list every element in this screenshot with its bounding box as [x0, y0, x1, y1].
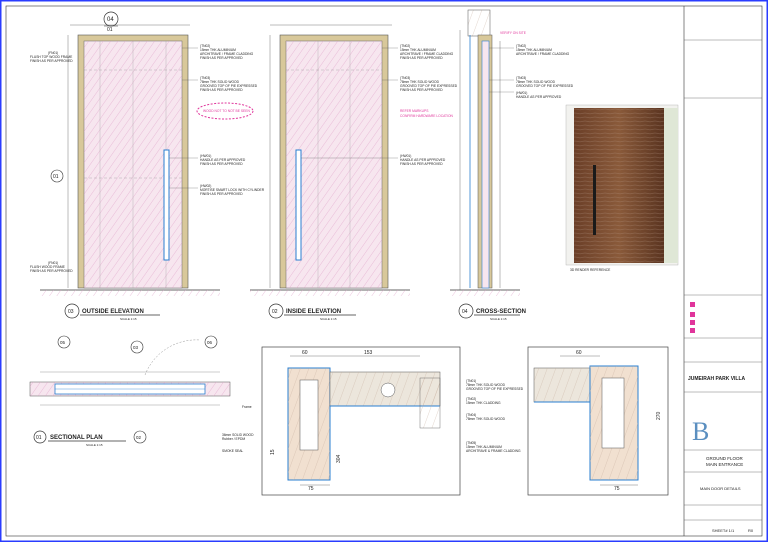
- photo-handle: [593, 165, 596, 235]
- svg-text:153: 153: [364, 350, 373, 356]
- svg-text:05: 05: [60, 340, 66, 345]
- svg-text:FINISH AS PER APPROVED: FINISH AS PER APPROVED: [200, 162, 243, 166]
- svg-text:02: 02: [272, 309, 278, 315]
- svg-text:FINISH AS PER APPROVED: FINISH AS PER APPROVED: [400, 88, 443, 92]
- svg-text:CROSS-SECTION: CROSS-SECTION: [476, 309, 526, 315]
- svg-text:GROUND FLOOR: GROUND FLOOR: [706, 456, 744, 461]
- callout-side-01: 01: [53, 174, 59, 180]
- svg-text:SCALE 1:15: SCALE 1:15: [490, 317, 507, 321]
- inside-elevation: (TN02) 15mm THK ALUMINIUM ARCHITRAVE / F…: [250, 24, 458, 321]
- svg-text:ARCHITRAVE & FRAME CLADDING: ARCHITRAVE & FRAME CLADDING: [466, 449, 521, 453]
- svg-text:MAIN ENTRANCE: MAIN ENTRANCE: [706, 462, 743, 467]
- svg-text:Rubber / EPDM: Rubber / EPDM: [222, 437, 245, 441]
- svg-text:FINISH AS PER APPROVED: FINISH AS PER APPROVED: [200, 56, 243, 60]
- svg-text:15mm THK CLADDING: 15mm THK CLADDING: [466, 401, 501, 405]
- svg-text:3D RENDER REFERENCE: 3D RENDER REFERENCE: [570, 268, 611, 272]
- svg-text:GROOVED TOP OF PIE EXPRESSED: GROOVED TOP OF PIE EXPRESSED: [466, 387, 524, 391]
- svg-text:270: 270: [656, 411, 662, 420]
- svg-text:VERIFY ON SITE: VERIFY ON SITE: [500, 31, 527, 35]
- svg-text:HANDLE AS PER APPROVED: HANDLE AS PER APPROVED: [516, 95, 562, 99]
- company-logo: B: [692, 417, 709, 446]
- svg-text:CONFIRM HARDWARE LOCATION: CONFIRM HARDWARE LOCATION: [400, 114, 454, 118]
- svg-text:WOOD NOT TO NOT BE SEEN: WOOD NOT TO NOT BE SEEN: [203, 109, 250, 113]
- svg-text:OUTSIDE ELEVATION: OUTSIDE ELEVATION: [82, 309, 144, 315]
- svg-text:SCALE 1:15: SCALE 1:15: [120, 317, 137, 321]
- door-handle: [163, 149, 170, 261]
- svg-text:R0: R0: [748, 528, 754, 533]
- svg-text:75: 75: [614, 486, 620, 492]
- detail-plan-side: 60 75 270: [527, 346, 669, 496]
- svg-text:06: 06: [207, 340, 213, 345]
- detail-plan-main: 60 153 75 304 15 Frame 36mm SOLID WOOD R…: [222, 346, 524, 496]
- svg-text:SHEET# 1/1: SHEET# 1/1: [712, 528, 735, 533]
- svg-text:304: 304: [336, 454, 342, 463]
- svg-text:GROOVED TOP OF PIE EXPRESSED: GROOVED TOP OF PIE EXPRESSED: [516, 84, 574, 88]
- svg-text:02: 02: [136, 435, 142, 440]
- svg-text:04: 04: [462, 309, 468, 315]
- svg-text:FINISH AS PER APPROVED: FINISH AS PER APPROVED: [200, 192, 243, 196]
- svg-text:15: 15: [270, 449, 276, 455]
- svg-text:60: 60: [302, 350, 308, 356]
- svg-text:75: 75: [308, 486, 314, 492]
- svg-text:03: 03: [68, 309, 74, 315]
- sectional-plan: 05 03 06 01 SECTIONAL PLAN SCALE 1:15 02: [29, 335, 231, 447]
- svg-text:60: 60: [576, 350, 582, 356]
- svg-text:FINISH AS PER APPROVED: FINISH AS PER APPROVED: [400, 162, 443, 166]
- drawing-sheet: 04 01 01 (FN01) FLUSH TOP WOOD FRAME FIN…: [0, 0, 768, 542]
- svg-text:01: 01: [36, 435, 42, 441]
- svg-text:SCALE 1:15: SCALE 1:15: [86, 443, 103, 447]
- svg-text:INSIDE ELEVATION: INSIDE ELEVATION: [286, 309, 341, 315]
- svg-text:FINISH AS PER APPROVED: FINISH AS PER APPROVED: [200, 88, 243, 92]
- title-block: JUMEIRAH PARK VILLA B GROUND FLOOR MAIN …: [683, 6, 762, 536]
- svg-text:ARCHITRAVE / FRAME CLADDING: ARCHITRAVE / FRAME CLADDING: [516, 52, 570, 56]
- callout-04: 04: [107, 17, 114, 23]
- svg-text:Frame: Frame: [242, 405, 252, 409]
- svg-text:SMOKE SEAL: SMOKE SEAL: [222, 449, 243, 453]
- outside-elevation: 04 01 01 (FN01) FLUSH TOP WOOD FRAME FIN…: [30, 11, 265, 321]
- svg-text:FINISH AS PER APPROVED: FINISH AS PER APPROVED: [30, 59, 73, 63]
- svg-text:SECTIONAL PLAN: SECTIONAL PLAN: [50, 435, 103, 441]
- svg-text:78mm THK SOLID WOOD: 78mm THK SOLID WOOD: [466, 417, 506, 421]
- svg-text:MAIN DOOR DETAILS: MAIN DOOR DETAILS: [700, 486, 741, 491]
- cross-section: VERIFY ON SITE (TN02) 15mm THK ALUMINIUM…: [450, 9, 574, 321]
- callout-01: 01: [107, 27, 113, 33]
- svg-text:FINISH AS PER APPROVED: FINISH AS PER APPROVED: [30, 269, 73, 273]
- project-name: JUMEIRAH PARK VILLA: [688, 376, 746, 382]
- svg-text:REFER MARKUPS: REFER MARKUPS: [400, 109, 429, 113]
- svg-text:FINISH AS PER APPROVED: FINISH AS PER APPROVED: [400, 56, 443, 60]
- svg-text:SCALE 1:15: SCALE 1:15: [320, 317, 337, 321]
- render-reference: 3D RENDER REFERENCE: [565, 104, 679, 272]
- svg-text:03: 03: [133, 345, 139, 350]
